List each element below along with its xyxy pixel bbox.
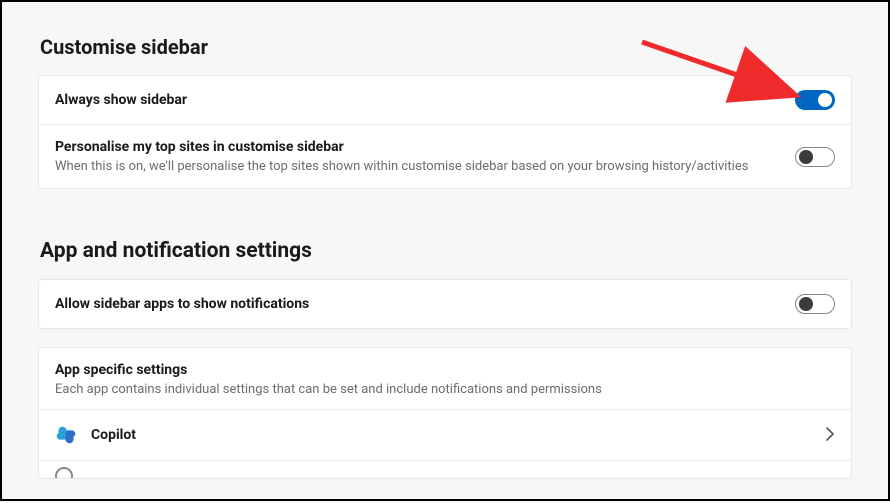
app-row-copilot[interactable]: Copilot bbox=[39, 409, 851, 460]
notifications-card: Allow sidebar apps to show notifications bbox=[38, 279, 852, 329]
allow-notifications-label: Allow sidebar apps to show notifications bbox=[55, 296, 783, 312]
app-specific-sub: Each app contains individual settings th… bbox=[55, 382, 835, 397]
copilot-name: Copilot bbox=[91, 427, 136, 443]
app-row-partial[interactable] bbox=[39, 460, 851, 478]
app-specific-header: App specific settings Each app contains … bbox=[39, 348, 851, 409]
personalise-toggle[interactable] bbox=[795, 147, 835, 167]
search-icon bbox=[55, 467, 73, 479]
row-personalise-top-sites: Personalise my top sites in customise si… bbox=[39, 124, 851, 188]
personalise-label: Personalise my top sites in customise si… bbox=[55, 139, 783, 155]
row-always-show-sidebar: Always show sidebar bbox=[39, 76, 851, 124]
app-specific-title: App specific settings bbox=[55, 362, 835, 378]
row-allow-notifications: Allow sidebar apps to show notifications bbox=[39, 280, 851, 328]
customise-card: Always show sidebar Personalise my top s… bbox=[38, 75, 852, 189]
always-show-label: Always show sidebar bbox=[55, 92, 783, 108]
chevron-right-icon bbox=[825, 426, 835, 445]
section-title-customise: Customise sidebar bbox=[40, 35, 852, 59]
allow-notifications-toggle[interactable] bbox=[795, 294, 835, 314]
copilot-icon bbox=[55, 424, 77, 446]
app-specific-card: App specific settings Each app contains … bbox=[38, 347, 852, 479]
always-show-toggle[interactable] bbox=[795, 90, 835, 110]
personalise-sub: When this is on, we'll personalise the t… bbox=[55, 159, 783, 174]
section-title-notifications: App and notification settings bbox=[40, 239, 852, 263]
